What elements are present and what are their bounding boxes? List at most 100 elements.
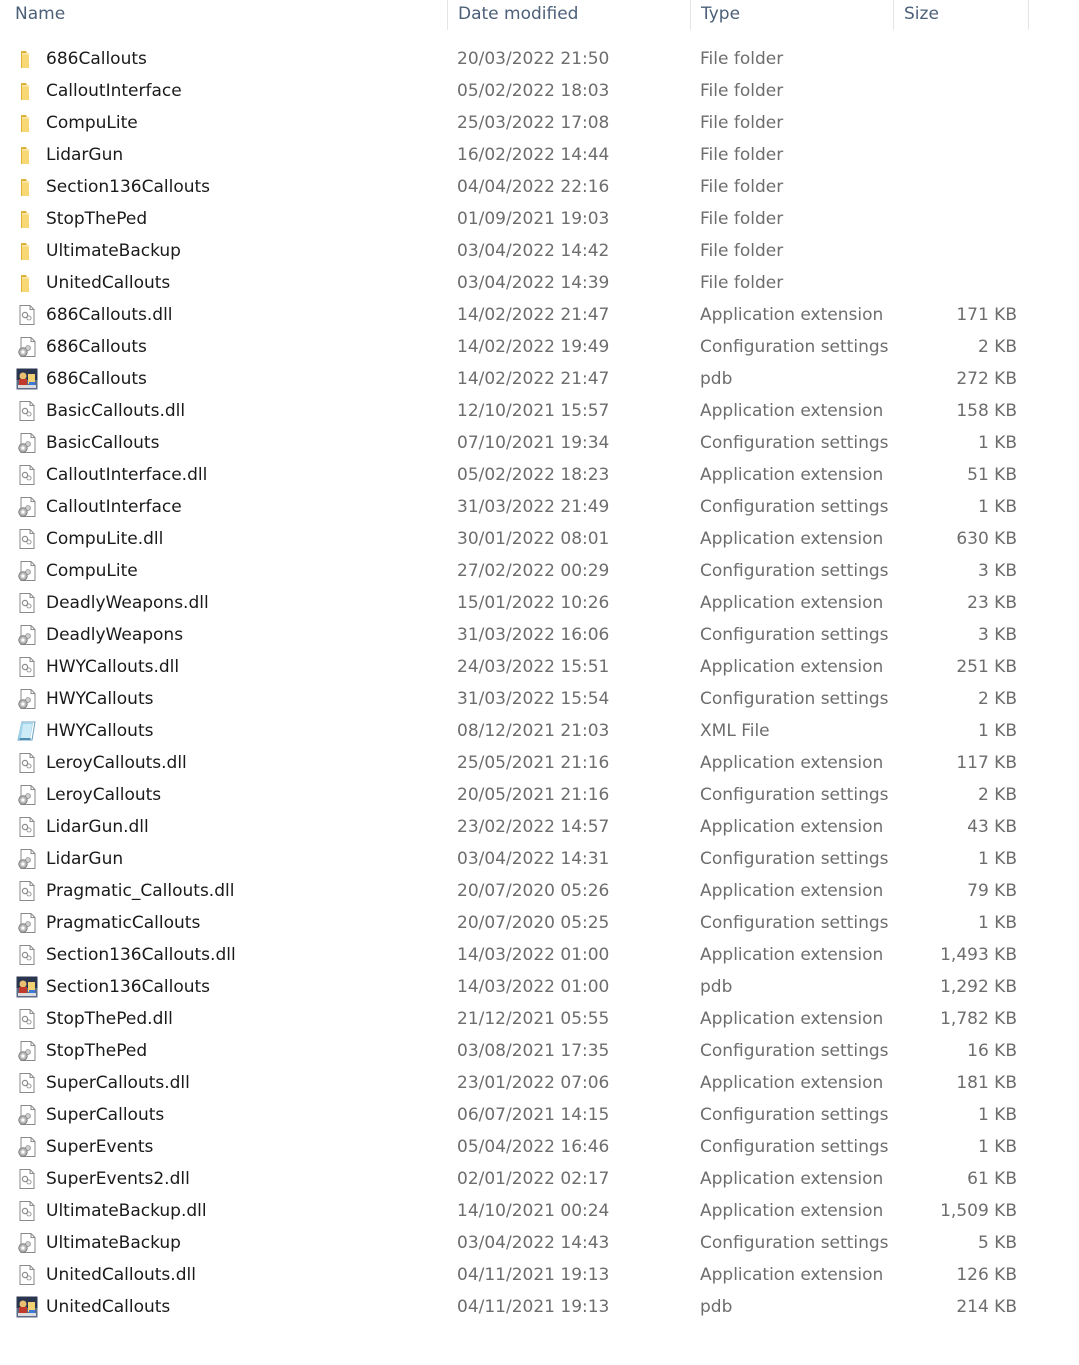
file-date-modified: 12/10/2021 15:57	[457, 401, 610, 421]
file-row[interactable]: UnitedCallouts 03/04/2022 14:39 File folde…	[0, 267, 1030, 299]
file-size	[894, 139, 1017, 171]
file-type: Application extension	[700, 753, 884, 773]
folder-icon	[16, 208, 38, 230]
file-row[interactable]: SuperCallouts.dll 23/01/2022 07:06 Applica…	[0, 1067, 1030, 1099]
file-type: Configuration settings	[700, 1233, 889, 1253]
pdb-icon	[16, 976, 38, 998]
file-size: 43 KB	[967, 817, 1017, 837]
file-row[interactable]: BasicCallouts 07/10/2021 19:34 Configurati…	[0, 427, 1030, 459]
file-date-modified: 14/02/2022 21:47	[457, 369, 610, 389]
file-name: BasicCallouts.dll	[46, 401, 186, 421]
file-row[interactable]: SuperCallouts 06/07/2021 14:15 Configurati…	[0, 1099, 1030, 1131]
file-row[interactable]: CompuLite 25/03/2022 17:08 File folder	[0, 107, 1030, 139]
column-header-date-modified[interactable]: Date modified	[448, 0, 691, 30]
file-row[interactable]: LeroyCallouts 20/05/2021 21:16 Configurati…	[0, 779, 1030, 811]
folder-icon	[16, 112, 38, 134]
file-row[interactable]: StopThePed 03/08/2021 17:35 Configuration …	[0, 1035, 1030, 1067]
file-row[interactable]: LidarGun 03/04/2022 14:31 Configuration se…	[0, 843, 1030, 875]
file-name: LidarGun	[46, 145, 124, 165]
folder-icon	[16, 176, 38, 198]
file-row[interactable]: CalloutInterface.dll 05/02/2022 18:23 Appl…	[0, 459, 1030, 491]
file-row[interactable]: LeroyCallouts.dll 25/05/2021 21:16 Applica…	[0, 747, 1030, 779]
file-type: Application extension	[700, 1169, 884, 1189]
file-size: 1 KB	[977, 849, 1017, 869]
file-type: Application extension	[700, 1201, 884, 1221]
file-row[interactable]: CompuLite.dll 30/01/2022 08:01 Application…	[0, 523, 1030, 555]
file-size: 1 KB	[977, 497, 1017, 517]
file-name: UnitedCallouts	[46, 1297, 171, 1317]
file-row[interactable]: Pragmatic_Callouts.dll 20/07/2020 05:26 Ap…	[0, 875, 1030, 907]
folder-icon	[16, 240, 38, 262]
config-icon	[16, 336, 38, 358]
file-type: Application extension	[700, 305, 884, 325]
file-row[interactable]: LidarGun 16/02/2022 14:44 File folder	[0, 139, 1030, 171]
file-row[interactable]: 686Callouts.dll 14/02/2022 21:47 Applicati…	[0, 299, 1030, 331]
file-row[interactable]: 686Callouts 14/02/2022 21:47 pdb 272 KB	[0, 363, 1030, 395]
column-header-size[interactable]: Size	[894, 0, 1029, 30]
file-row[interactable]: DeadlyWeapons.dll 15/01/2022 10:26 Applica…	[0, 587, 1030, 619]
dll-icon	[16, 944, 38, 966]
dll-icon	[16, 1264, 38, 1286]
file-size: 181 KB	[956, 1073, 1017, 1093]
file-row[interactable]: HWYCallouts 08/12/2021 21:03 XML File 1 KB	[0, 715, 1030, 747]
file-row[interactable]: CalloutInterface 05/02/2022 18:03 File fol…	[0, 75, 1030, 107]
file-row[interactable]: DeadlyWeapons 31/03/2022 16:06 Configurati…	[0, 619, 1030, 651]
config-icon	[16, 688, 38, 710]
file-row[interactable]: UltimateBackup 03/04/2022 14:43 Configurat…	[0, 1227, 1030, 1259]
file-name: HWYCallouts	[46, 721, 154, 741]
file-row[interactable]: UltimateBackup.dll 14/10/2021 00:24 Applic…	[0, 1195, 1030, 1227]
file-row[interactable]: 686Callouts 20/03/2022 21:50 File folder	[0, 43, 1030, 75]
file-name: LidarGun	[46, 849, 124, 869]
file-name: PragmaticCallouts	[46, 913, 201, 933]
file-size: 158 KB	[956, 401, 1017, 421]
file-row[interactable]: Section136Callouts 14/03/2022 01:00 pdb 1,2…	[0, 971, 1030, 1003]
file-date-modified: 15/01/2022 10:26	[457, 593, 610, 613]
file-row[interactable]: UltimateBackup 03/04/2022 14:42 File folde…	[0, 235, 1030, 267]
file-size: 2 KB	[977, 785, 1017, 805]
file-size: 214 KB	[956, 1297, 1017, 1317]
file-name: CompuLite.dll	[46, 529, 164, 549]
config-icon	[16, 624, 38, 646]
file-row[interactable]: Section136Callouts.dll 14/03/2022 01:00 Ap…	[0, 939, 1030, 971]
dll-icon	[16, 1072, 38, 1094]
file-type: Application extension	[700, 529, 884, 549]
file-row[interactable]: BasicCallouts.dll 12/10/2021 15:57 Applica…	[0, 395, 1030, 427]
file-row[interactable]: CompuLite 27/02/2022 00:29 Configuration s…	[0, 555, 1030, 587]
file-row[interactable]: LidarGun.dll 23/02/2022 14:57 Application …	[0, 811, 1030, 843]
file-row[interactable]: HWYCallouts 31/03/2022 15:54 Configuration…	[0, 683, 1030, 715]
file-type: Configuration settings	[700, 337, 889, 357]
config-icon	[16, 912, 38, 934]
file-row[interactable]: SuperEvents2.dll 02/01/2022 02:17 Applicat…	[0, 1163, 1030, 1195]
file-name: Section136Callouts	[46, 177, 211, 197]
file-row[interactable]: CalloutInterface 31/03/2022 21:49 Configur…	[0, 491, 1030, 523]
file-row[interactable]: 686Callouts 14/02/2022 19:49 Configuration…	[0, 331, 1030, 363]
file-name: CompuLite	[46, 561, 138, 581]
file-row[interactable]: Section136Callouts 04/04/2022 22:16 File f…	[0, 171, 1030, 203]
file-date-modified: 07/10/2021 19:34	[457, 433, 610, 453]
file-size: 117 KB	[956, 753, 1017, 773]
file-row[interactable]: HWYCallouts.dll 24/03/2022 15:51 Applicati…	[0, 651, 1030, 683]
dll-icon	[16, 528, 38, 550]
file-type: Application extension	[700, 945, 884, 965]
file-row[interactable]: SuperEvents 05/04/2022 16:46 Configuration…	[0, 1131, 1030, 1163]
file-row[interactable]: UnitedCallouts.dll 04/11/2021 19:13 Applic…	[0, 1259, 1030, 1291]
file-type: File folder	[700, 145, 784, 165]
file-date-modified: 03/04/2022 14:39	[457, 273, 610, 293]
file-name: LeroyCallouts.dll	[46, 753, 187, 773]
file-date-modified: 14/03/2022 01:00	[457, 977, 610, 997]
file-date-modified: 25/03/2022 17:08	[457, 113, 610, 133]
file-date-modified: 20/05/2021 21:16	[457, 785, 610, 805]
file-name: SuperEvents2.dll	[46, 1169, 190, 1189]
file-name: Pragmatic_Callouts.dll	[46, 881, 235, 901]
file-name: LidarGun.dll	[46, 817, 149, 837]
file-row[interactable]: PragmaticCallouts 20/07/2020 05:25 Configu…	[0, 907, 1030, 939]
file-type: File folder	[700, 209, 784, 229]
file-row[interactable]: StopThePed.dll 21/12/2021 05:55 Applicatio…	[0, 1003, 1030, 1035]
file-row[interactable]: UnitedCallouts 04/11/2021 19:13 pdb 214 KB	[0, 1291, 1030, 1323]
column-header-type[interactable]: Type	[691, 0, 894, 30]
file-type: pdb	[700, 1297, 733, 1317]
column-header-name[interactable]: Name	[5, 0, 448, 30]
file-size	[894, 203, 1017, 235]
file-row[interactable]: StopThePed 01/09/2021 19:03 File folder	[0, 203, 1030, 235]
file-date-modified: 20/07/2020 05:25	[457, 913, 610, 933]
